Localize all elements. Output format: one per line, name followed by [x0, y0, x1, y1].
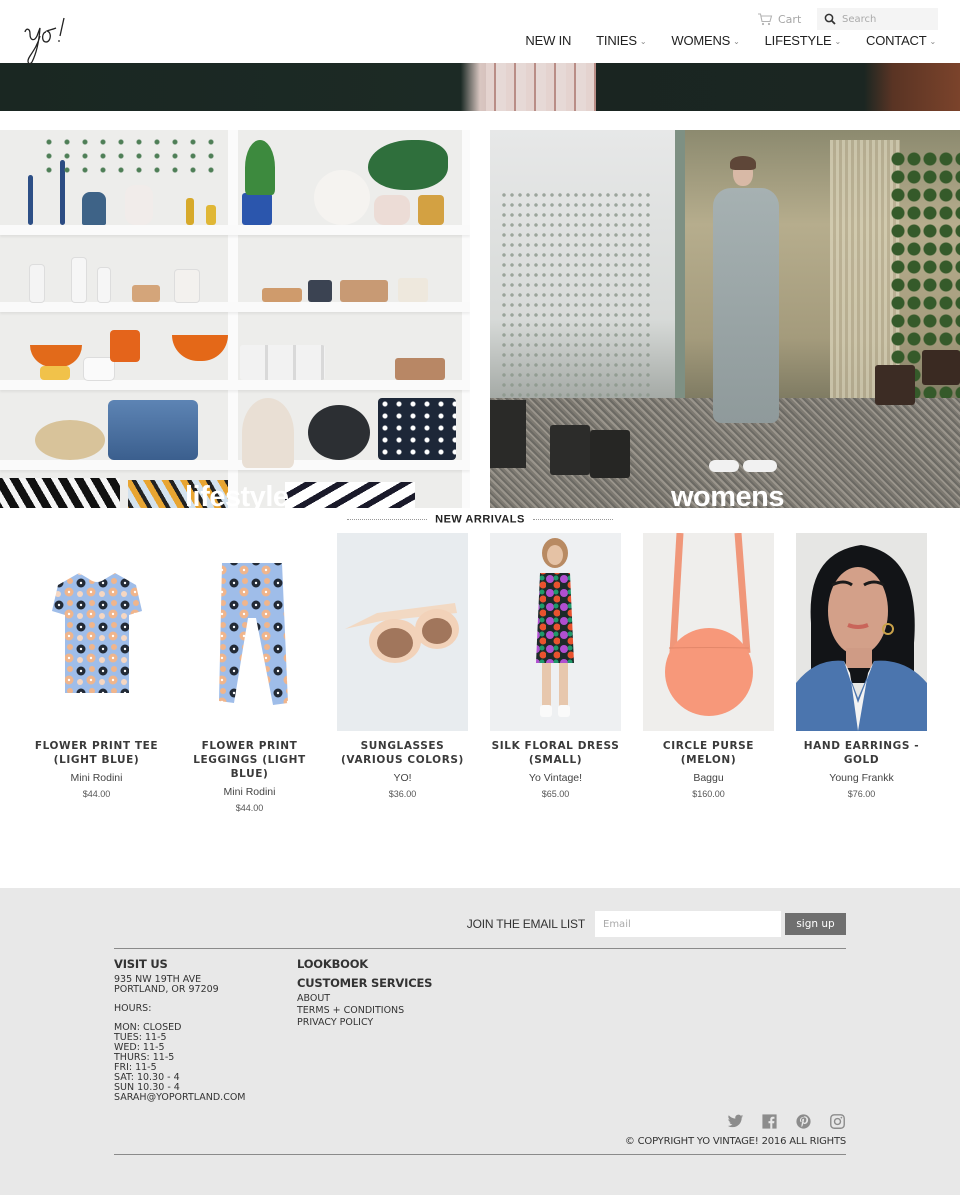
product-card[interactable]: FLOWER PRINT TEE (LIGHT BLUE) Mini Rodin…: [31, 533, 162, 813]
footer-divider: [114, 948, 846, 949]
product-vendor: Mini Rodini: [223, 786, 276, 798]
terms-link[interactable]: TERMS + CONDITIONS: [297, 1005, 497, 1017]
nav-label: WOMENS: [671, 33, 731, 48]
nav-womens[interactable]: WOMENS ⌄: [671, 33, 739, 48]
email-input[interactable]: [595, 911, 781, 937]
product-vendor: Baggu: [693, 772, 724, 784]
chevron-down-icon: ⌄: [929, 37, 936, 46]
nav-label: CONTACT: [866, 33, 927, 48]
banner-figure: [486, 63, 596, 111]
nav-tinies[interactable]: TINIES ⌄: [596, 33, 646, 48]
product-image-sunglasses[interactable]: [337, 533, 468, 731]
footer-bottom-divider: [114, 1154, 846, 1155]
hours-list: MON: CLOSED TUES: 11-5 WED: 11-5 THURS: …: [114, 1023, 284, 1093]
product-title[interactable]: FLOWER PRINT LEGGINGS (LIGHT BLUE): [184, 739, 315, 781]
product-title[interactable]: CIRCLE PURSE (MELON): [643, 739, 774, 767]
sign-up-button[interactable]: sign up: [785, 913, 846, 935]
product-card[interactable]: FLOWER PRINT LEGGINGS (LIGHT BLUE) Mini …: [184, 533, 315, 813]
product-price: $65.00: [541, 789, 570, 799]
about-link[interactable]: ABOUT: [297, 993, 497, 1005]
search-input[interactable]: [842, 13, 932, 25]
product-card[interactable]: CIRCLE PURSE (MELON) Baggu $160.00: [643, 533, 774, 813]
signup-label: JOIN THE EMAIL LIST: [466, 917, 585, 931]
social-links: [727, 1113, 846, 1130]
nav-label: NEW IN: [525, 33, 572, 48]
product-card[interactable]: HAND EARRINGS - GOLD Young Frankk $76.00: [796, 533, 927, 813]
links-column: LOOKBOOK CUSTOMER SERVICES ABOUT TERMS +…: [297, 956, 497, 1029]
tile-label-womens: womens: [671, 481, 785, 508]
nav-new-in[interactable]: NEW IN: [525, 33, 571, 48]
new-arrivals-heading: NEW ARRIVALS: [0, 509, 960, 528]
product-grid: FLOWER PRINT TEE (LIGHT BLUE) Mini Rodin…: [31, 533, 928, 813]
product-price: $76.00: [847, 789, 876, 799]
product-price: $36.00: [388, 789, 417, 799]
privacy-policy-link[interactable]: PRIVACY POLICY: [297, 1017, 497, 1029]
product-image-dress[interactable]: [490, 533, 621, 731]
main-nav: NEW IN TINIES ⌄ WOMENS ⌄ LIFESTYLE ⌄ CON…: [525, 33, 936, 48]
twitter-icon[interactable]: [727, 1113, 744, 1130]
divider: [347, 519, 428, 520]
tile-label-lifestyle: lifestyle: [185, 481, 289, 508]
contact-email-link[interactable]: SARAH@YOPORTLAND.COM: [114, 1093, 284, 1103]
customer-services-links: ABOUT TERMS + CONDITIONS PRIVACY POLICY: [297, 993, 497, 1029]
search-box[interactable]: [817, 8, 938, 30]
section-title-text: NEW ARRIVALS: [435, 513, 525, 526]
product-vendor: Yo Vintage!: [528, 772, 583, 784]
chevron-down-icon: ⌄: [733, 37, 740, 46]
yo-logo-icon: [24, 17, 65, 65]
logo[interactable]: [22, 14, 80, 66]
nav-label: LIFESTYLE: [764, 33, 832, 48]
product-image-tee[interactable]: [31, 533, 162, 731]
product-image-leggings[interactable]: [184, 533, 315, 731]
cart-label: Cart: [778, 12, 802, 26]
site-header: Cart NEW IN TINIES ⌄ WOMENS ⌄ LIFESTYLE …: [0, 0, 960, 66]
chevron-down-icon: ⌄: [834, 37, 842, 46]
hours-label: HOURS:: [114, 1003, 152, 1014]
womens-model: [705, 156, 785, 472]
cart-link[interactable]: Cart: [757, 11, 801, 27]
email-signup-form: JOIN THE EMAIL LIST sign up: [467, 911, 846, 937]
product-image-purse[interactable]: [643, 533, 774, 731]
pinterest-icon[interactable]: [795, 1113, 812, 1130]
product-title[interactable]: HAND EARRINGS - GOLD: [796, 739, 927, 767]
product-image-earrings[interactable]: [796, 533, 927, 731]
product-title[interactable]: SUNGLASSES (VARIOUS COLORS): [337, 739, 468, 767]
product-card[interactable]: SUNGLASSES (VARIOUS COLORS) YO! $36.00: [337, 533, 468, 813]
product-price: $160.00: [692, 789, 725, 799]
instagram-icon[interactable]: [829, 1113, 846, 1130]
product-price: $44.00: [235, 803, 264, 813]
nav-lifestyle[interactable]: LIFESTYLE ⌄: [764, 33, 842, 48]
visit-us-column: VISIT US 935 NW 19TH AVE PORTLAND, OR 97…: [114, 956, 284, 1103]
cart-icon: [758, 12, 773, 25]
lifestyle-image: [0, 130, 470, 508]
customer-services-heading: CUSTOMER SERVICES: [297, 976, 433, 990]
product-vendor: Young Frankk: [829, 772, 894, 784]
hero-banner-image[interactable]: [0, 63, 960, 111]
product-vendor: Mini Rodini: [70, 772, 123, 784]
address-line-2: PORTLAND, OR 97209: [114, 984, 219, 995]
nav-contact[interactable]: CONTACT ⌄: [866, 33, 936, 48]
copyright-text: © COPYRIGHT YO VINTAGE! 2016 ALL RIGHTS: [624, 1136, 846, 1147]
site-footer: JOIN THE EMAIL LIST sign up VISIT US 935…: [0, 888, 960, 1195]
visit-us-heading: VISIT US: [114, 957, 168, 971]
product-title[interactable]: FLOWER PRINT TEE (LIGHT BLUE): [31, 739, 162, 767]
facebook-icon[interactable]: [761, 1113, 778, 1130]
womens-image: [490, 130, 960, 508]
lookbook-link[interactable]: LOOKBOOK: [297, 956, 497, 972]
nav-label: TINIES: [596, 33, 637, 48]
product-price: $44.00: [82, 789, 111, 799]
tile-lifestyle[interactable]: lifestyle: [0, 130, 470, 508]
search-icon[interactable]: [824, 13, 836, 25]
tile-womens[interactable]: womens: [490, 130, 960, 508]
chevron-down-icon: ⌄: [639, 37, 647, 46]
product-vendor: YO!: [393, 772, 412, 784]
divider: [532, 519, 613, 520]
product-card[interactable]: SILK FLORAL DRESS (SMALL) Yo Vintage! $6…: [490, 533, 621, 813]
product-title[interactable]: SILK FLORAL DRESS (SMALL): [490, 739, 621, 767]
